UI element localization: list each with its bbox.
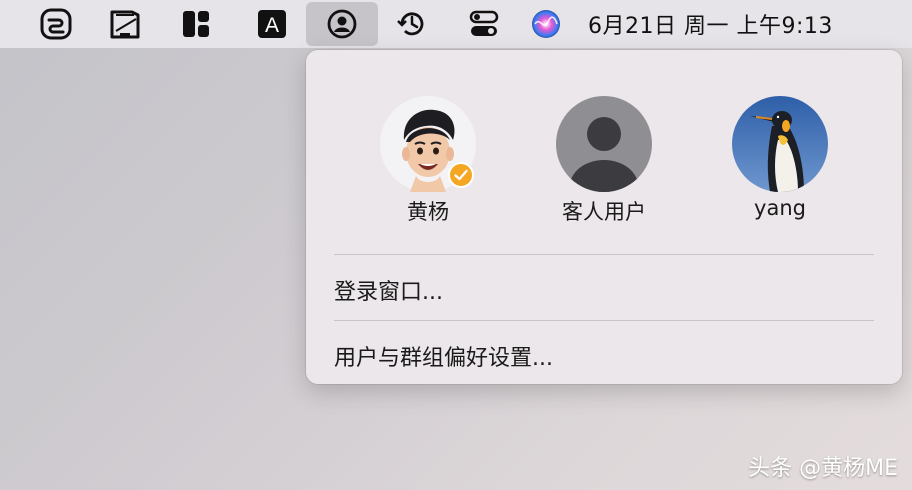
link-app-icon[interactable] (34, 0, 78, 48)
text-input-icon[interactable]: A (250, 0, 294, 48)
tablet-app-icon[interactable] (102, 0, 146, 48)
memoji-avatar (380, 96, 476, 192)
user-name: yang (754, 196, 806, 220)
users-groups-preferences-item[interactable]: 用户与群组偏好设置... (334, 340, 874, 372)
guest-avatar (556, 96, 652, 192)
login-window-item[interactable]: 登录窗口... (334, 274, 874, 306)
user-item-current[interactable]: 黄杨 (358, 96, 498, 226)
watermark-text: 头条 @黄杨ME (748, 456, 898, 481)
penguin-avatar (732, 96, 828, 192)
menu-bar-clock[interactable]: 6月21日 周一 上午9:13 (588, 0, 833, 48)
layout-app-icon[interactable] (174, 0, 218, 48)
time-machine-icon[interactable] (390, 0, 434, 48)
user-switcher-menu: 黄杨 客人用户 yang 登录窗口... 用户与群组偏好设置... (306, 50, 902, 384)
user-name: 客人用户 (562, 200, 646, 224)
control-center-icon[interactable] (462, 0, 506, 48)
checkmark-icon (448, 162, 474, 188)
user-item-guest[interactable]: 客人用户 (534, 96, 674, 226)
user-item-yang[interactable]: yang (710, 96, 850, 220)
siri-icon[interactable] (524, 0, 568, 48)
user-name: 黄杨 (407, 200, 449, 224)
menu-bar: A 6月21日 周一 上午9:13 (0, 0, 912, 48)
svg-text:A: A (265, 14, 279, 37)
menu-divider (334, 320, 874, 321)
menu-divider (334, 254, 874, 255)
user-account-icon[interactable] (306, 2, 378, 46)
